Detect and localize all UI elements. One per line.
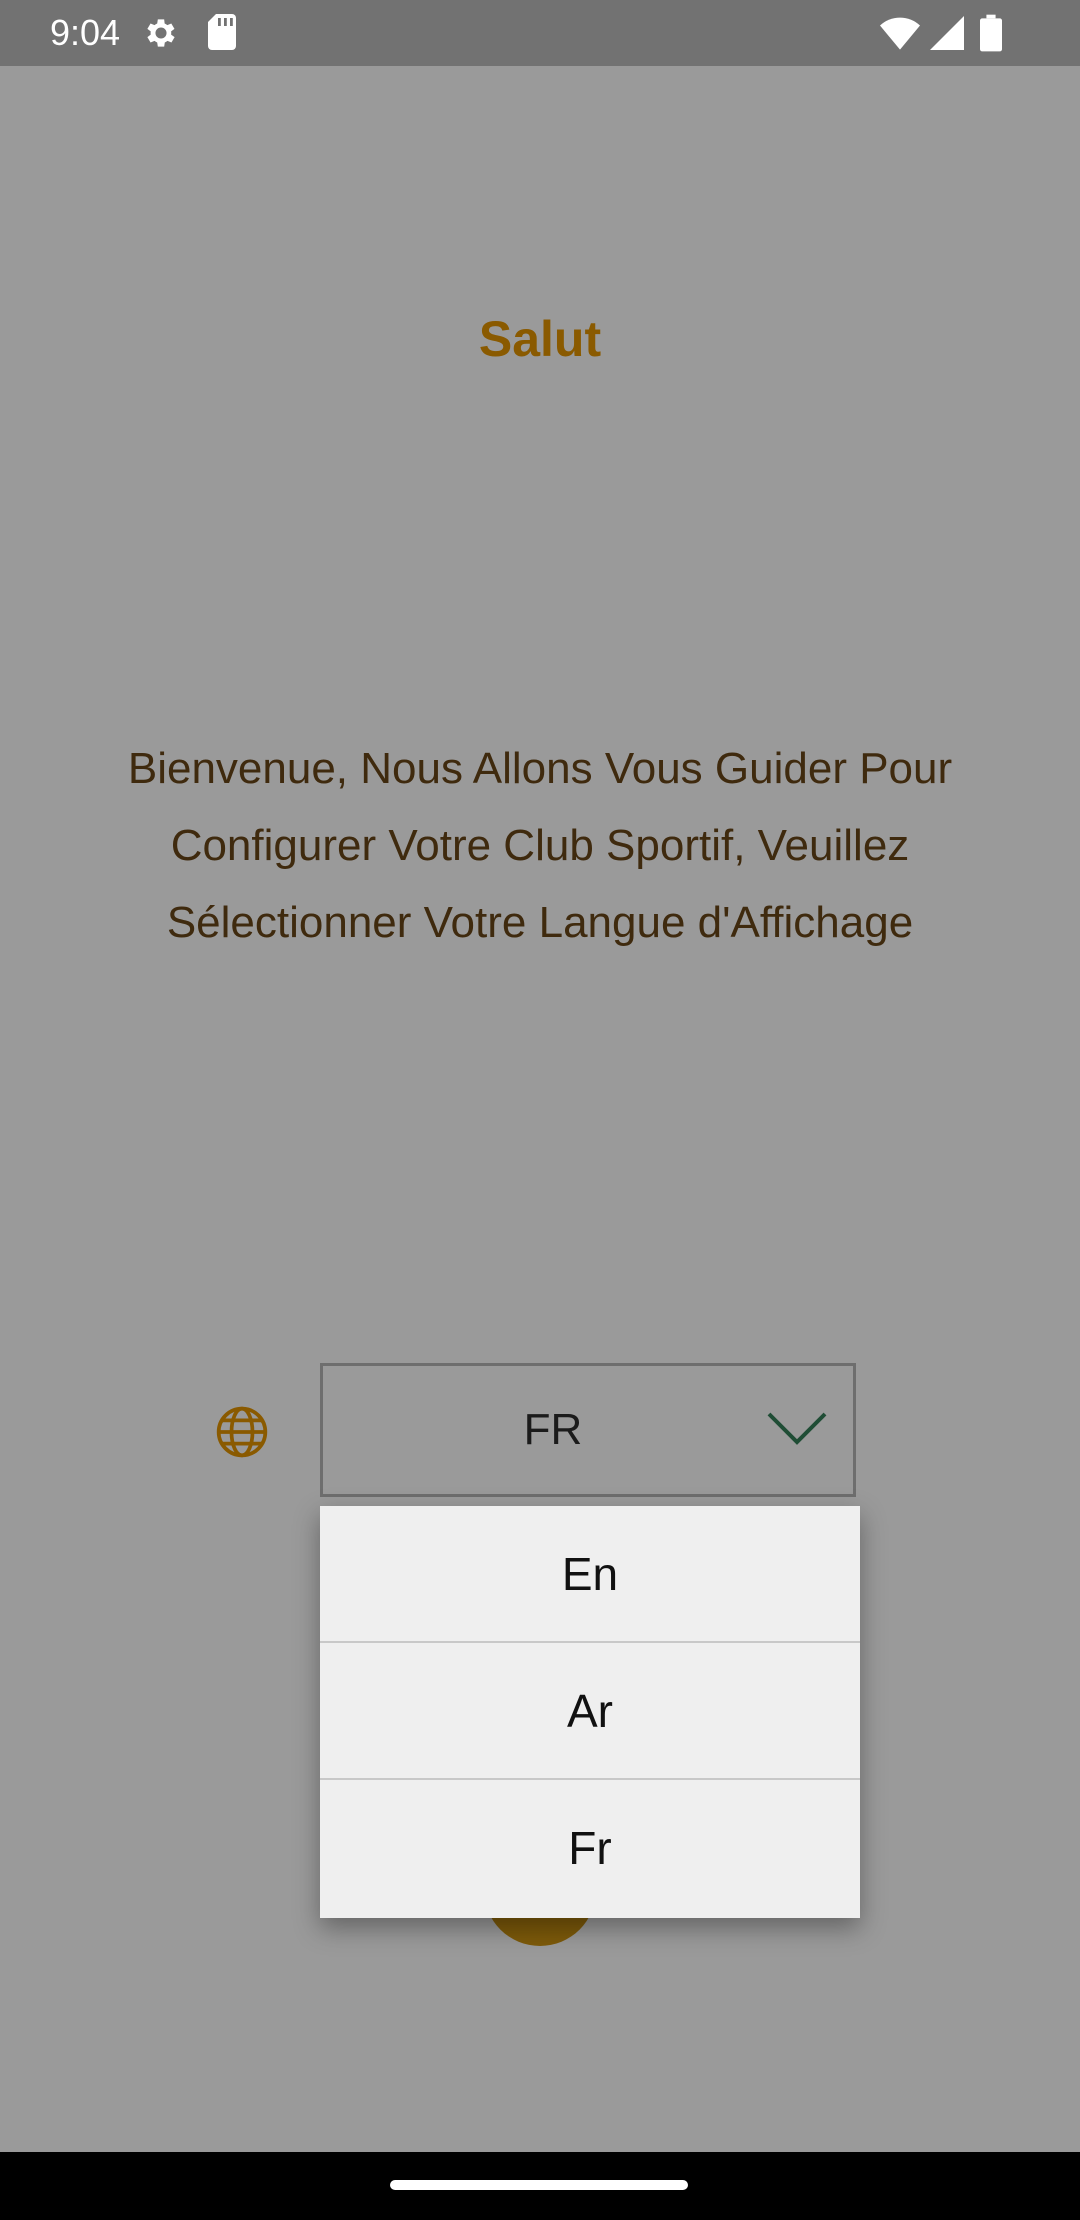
battery-icon [980,14,1002,52]
screen: 9:04 Salut Bienvenue, Nous Allons Vous G… [0,0,1080,2220]
wifi-icon [880,17,920,50]
welcome-message: Bienvenue, Nous Allons Vous Guider Pour … [127,744,953,947]
navigation-bar [0,2152,1080,2220]
status-bar: 9:04 [0,0,1080,66]
language-select[interactable]: FR [320,1363,856,1497]
status-time: 9:04 [50,12,121,53]
language-select-value: FR [523,1405,583,1454]
page-title: Salut [478,311,602,367]
language-option-ar[interactable]: Ar [320,1643,860,1780]
globe-icon [216,1406,268,1458]
gear-icon [147,19,175,47]
signal-icon [930,16,964,50]
language-option-en[interactable]: En [320,1506,860,1643]
language-dropdown-menu: En Ar Fr [320,1506,860,1918]
chevron-down-icon [767,1412,827,1445]
home-gesture-handle[interactable] [390,2180,688,2190]
language-option-fr[interactable]: Fr [320,1780,860,1917]
sd-card-icon [208,14,236,50]
